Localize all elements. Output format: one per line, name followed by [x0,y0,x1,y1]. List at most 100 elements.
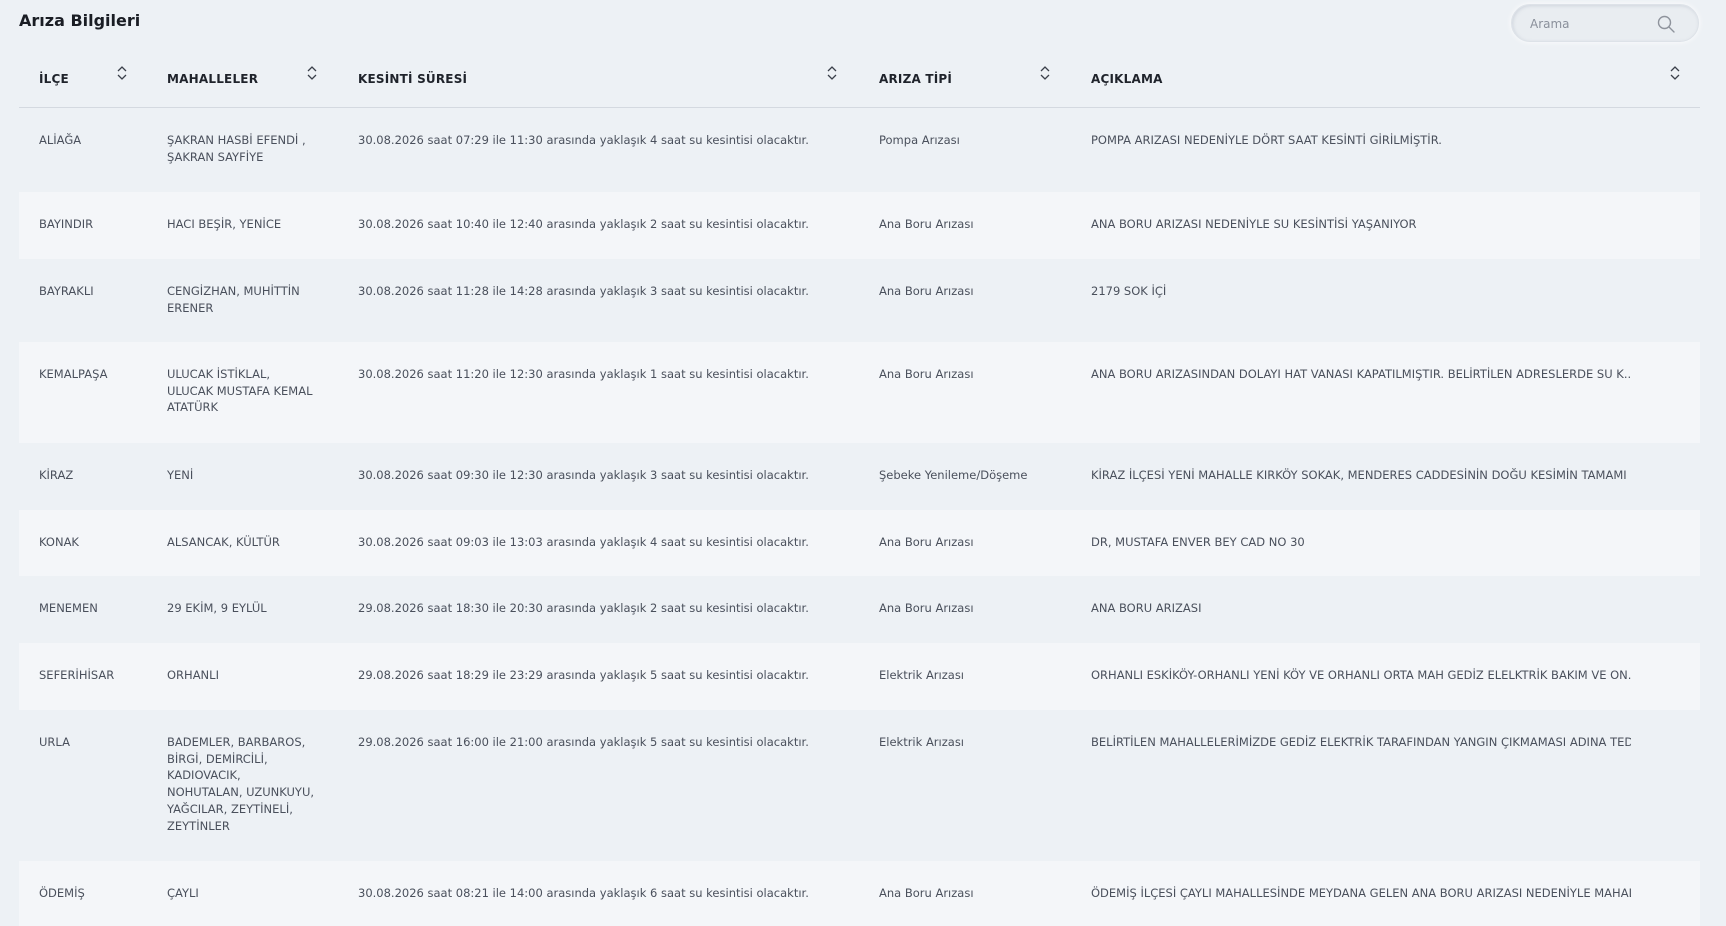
cell-kesinti-suresi: 30.08.2026 saat 10:40 ile 12:40 arasında… [358,217,809,231]
cell-aciklama: POMPA ARIZASI NEDENİYLE DÖRT SAAT KESİNT… [1091,133,1442,147]
mahalle-line: BİRGİ, DEMİRCİLİ, [167,751,268,766]
cell-aciklama: ORHANLI ESKİKÖY-ORHANLI YENİ KÖY VE ORHA… [1091,668,1631,682]
cell-aciklama: DR, MUSTAFA ENVER BEY CAD NO 30 [1091,535,1305,549]
search-box[interactable] [1511,4,1699,42]
mahalle-line: ÇAYLI [167,886,199,900]
table-row[interactable]: KİRAZ YENİ 30.08.2026 saat 09:30 ile 12:… [19,443,1700,510]
mahalle-line: ALSANCAK, KÜLTÜR [167,535,280,549]
cell-ariza-tipi: Ana Boru Arızası [879,217,974,231]
column-header-label: ARIZA TİPİ [879,72,953,86]
cell-aciklama: BELİRTİLEN MAHALLELERİMİZDE GEDİZ ELEKTR… [1091,735,1631,749]
cell-mahalleler: 29 EKİM, 9 EYLÜL [167,600,327,617]
cell-ilce: ÖDEMİŞ [39,886,85,900]
table-row[interactable]: BAYINDIR HACI BEŞİR, YENİCE 30.08.2026 s… [19,192,1700,259]
cell-aciklama: KİRAZ İLÇESİ YENİ MAHALLE KIRKÖY SOKAK, … [1091,468,1631,482]
cell-ariza-tipi: Ana Boru Arızası [879,284,974,298]
mahalle-line: ATATÜRK [167,400,219,415]
cell-ariza-tipi: Elektrik Arızası [879,668,965,682]
table-row[interactable]: KEMALPAŞA ULUCAK İSTİKLAL, ULUCAK MUSTAF… [19,342,1700,443]
mahalle-line: 29 EKİM, 9 EYLÜL [167,601,267,615]
cell-ilce: KONAK [39,535,79,549]
sort-icon[interactable] [1669,64,1681,82]
cell-aciklama: ANA BORU ARIZASI [1091,601,1202,615]
cell-mahalleler: ORHANLI [167,667,327,684]
search-icon[interactable] [1656,14,1676,34]
cell-mahalleler: ŞAKRAN HASBİ EFENDİ , ŞAKRAN SAYFİYE [167,132,327,165]
cell-ariza-tipi: Ana Boru Arızası [879,601,974,615]
table-row[interactable]: MENEMEN 29 EKİM, 9 EYLÜL 29.08.2026 saat… [19,576,1700,643]
sort-icon[interactable] [306,64,318,82]
mahalle-line: ŞAKRAN HASBİ EFENDİ , [167,133,306,147]
mahalle-line: ULUCAK İSTİKLAL, [167,367,271,381]
column-header-aciklama[interactable]: AÇIKLAMA [1091,50,1163,108]
fault-table: İLÇE MAHALLELER KESİNTİ SÜRESİ ARIZA TİP… [19,50,1700,926]
mahalle-line: NOHUTALAN, UZUNKUYU, [167,785,315,800]
cell-aciklama: ANA BORU ARIZASINDAN DOLAYI HAT VANASI K… [1091,367,1631,381]
mahalle-line: CENGİZHAN, MUHİTTİN [167,284,300,298]
cell-ilce: ALİAĞA [39,133,82,147]
cell-ariza-tipi: Ana Boru Arızası [879,367,974,381]
table-row[interactable]: ALİAĞA ŞAKRAN HASBİ EFENDİ , ŞAKRAN SAYF… [19,108,1700,192]
cell-kesinti-suresi: 29.08.2026 saat 16:00 ile 21:00 arasında… [358,735,809,749]
cell-kesinti-suresi: 29.08.2026 saat 18:29 ile 23:29 arasında… [358,668,809,682]
cell-mahalleler: ÇAYLI [167,885,327,902]
sort-icon[interactable] [826,64,838,82]
mahalle-line: KADIOVACIK, [167,768,241,783]
cell-ilce: URLA [39,735,70,749]
cell-ariza-tipi: Şebeke Yenileme/Döşeme [879,468,1028,482]
cell-mahalleler: CENGİZHAN, MUHİTTİN ERENER [167,283,327,316]
column-header-ilce[interactable]: İLÇE [39,50,69,108]
cell-kesinti-suresi: 30.08.2026 saat 09:30 ile 12:30 arasında… [358,468,809,482]
table-row[interactable]: ÖDEMİŞ ÇAYLI 30.08.2026 saat 08:21 ile 1… [19,861,1700,926]
sort-icon[interactable] [1039,64,1051,82]
cell-ariza-tipi: Elektrik Arızası [879,735,965,749]
mahalle-line: ORHANLI [167,668,219,682]
cell-mahalleler: YENİ [167,467,327,484]
mahalle-line: ERENER [167,300,214,315]
column-header-label: İLÇE [39,72,69,86]
sort-icon[interactable] [116,64,128,82]
column-header-label: KESİNTİ SÜRESİ [358,72,468,86]
cell-kesinti-suresi: 30.08.2026 saat 08:21 ile 14:00 arasında… [358,886,809,900]
table-row[interactable]: KONAK ALSANCAK, KÜLTÜR 30.08.2026 saat 0… [19,510,1700,576]
cell-ilce: BAYINDIR [39,217,94,231]
mahalle-line: ULUCAK MUSTAFA KEMAL [167,383,313,398]
table-header: İLÇE MAHALLELER KESİNTİ SÜRESİ ARIZA TİP… [19,50,1700,108]
cell-mahalleler: ULUCAK İSTİKLAL, ULUCAK MUSTAFA KEMAL AT… [167,366,327,416]
cell-ilce: KİRAZ [39,468,74,482]
cell-mahalleler: BADEMLER, BARBAROS, BİRGİ, DEMİRCİLİ, KA… [167,734,327,834]
cell-ariza-tipi: Pompa Arızası [879,133,960,147]
cell-kesinti-suresi: 29.08.2026 saat 18:30 ile 20:30 arasında… [358,601,809,615]
mahalle-line: YENİ [167,468,194,482]
mahalle-line: ŞAKRAN SAYFİYE [167,149,264,164]
search-input[interactable] [1530,14,1650,34]
cell-ilce: SEFERİHİSAR [39,668,115,682]
column-header-label: AÇIKLAMA [1091,72,1163,86]
mahalle-line: HACI BEŞİR, YENİCE [167,217,282,231]
cell-kesinti-suresi: 30.08.2026 saat 07:29 ile 11:30 arasında… [358,133,809,147]
mahalle-line: BADEMLER, BARBAROS, [167,735,306,749]
cell-ariza-tipi: Ana Boru Arızası [879,535,974,549]
column-header-ariza-tipi[interactable]: ARIZA TİPİ [879,50,952,108]
cell-kesinti-suresi: 30.08.2026 saat 11:28 ile 14:28 arasında… [358,284,809,298]
cell-kesinti-suresi: 30.08.2026 saat 09:03 ile 13:03 arasında… [358,535,809,549]
mahalle-line: ZEYTİNLER [167,818,230,833]
cell-kesinti-suresi: 30.08.2026 saat 11:20 ile 12:30 arasında… [358,367,809,381]
column-header-kesinti-suresi[interactable]: KESİNTİ SÜRESİ [358,50,467,108]
cell-mahalleler: ALSANCAK, KÜLTÜR [167,534,327,551]
cell-aciklama: ÖDEMİŞ İLÇESİ ÇAYLI MAHALLESİNDE MEYDANA… [1091,886,1631,900]
cell-aciklama: 2179 SOK İÇİ [1091,284,1167,298]
table-row[interactable]: BAYRAKLI CENGİZHAN, MUHİTTİN ERENER 30.0… [19,259,1700,342]
table-row[interactable]: URLA BADEMLER, BARBAROS, BİRGİ, DEMİRCİL… [19,710,1700,861]
cell-ariza-tipi: Ana Boru Arızası [879,886,974,900]
cell-ilce: BAYRAKLI [39,284,94,298]
page-title: Arıza Bilgileri [19,11,141,30]
mahalle-line: YAĞCILAR, ZEYTİNELİ, [167,801,293,816]
column-header-mahalleler[interactable]: MAHALLELER [167,50,258,108]
cell-ilce: MENEMEN [39,601,98,615]
cell-aciklama: ANA BORU ARIZASI NEDENİYLE SU KESİNTİSİ … [1091,217,1417,231]
cell-mahalleler: HACI BEŞİR, YENİCE [167,216,327,233]
cell-ilce: KEMALPAŞA [39,367,108,381]
column-header-label: MAHALLELER [167,72,259,86]
table-row[interactable]: SEFERİHİSAR ORHANLI 29.08.2026 saat 18:2… [19,643,1700,710]
